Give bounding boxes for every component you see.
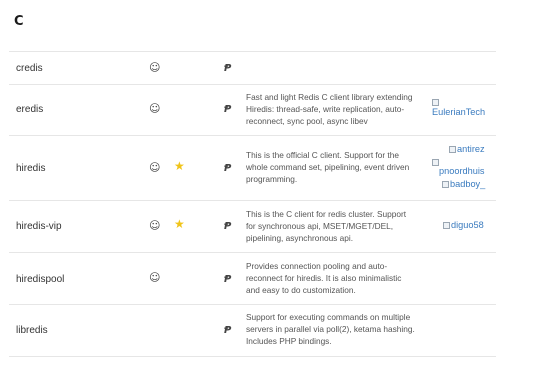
broken-image-icon xyxy=(443,222,450,229)
table-row-hiredispool: hiredispool ☺ Ᵽ Provides connection pool… xyxy=(9,253,496,305)
repository-icon[interactable]: Ᵽ xyxy=(224,221,231,232)
description-line: and easy to do customization. xyxy=(246,285,356,295)
table-row-libredis: libredis Ᵽ Support for executing command… xyxy=(9,305,496,357)
author-name: badboy_ xyxy=(450,179,486,189)
author-link[interactable]: badboy_ xyxy=(442,179,485,190)
client-name-link[interactable]: credis xyxy=(16,63,43,74)
description-line: Support for executing commands on multip… xyxy=(246,312,411,322)
author-link[interactable]: antirez xyxy=(449,144,485,155)
description-line: This is the C client for redis cluster. … xyxy=(246,209,407,219)
repository-icon[interactable]: Ᵽ xyxy=(224,163,231,174)
table-row-eredis: eredis ☺ Ᵽ Fast and light Redis C client… xyxy=(9,85,496,136)
description-line: for synchronous api, MSET/MGET/DEL, xyxy=(246,221,394,231)
description-line: This is the official C client. Support f… xyxy=(246,150,399,160)
author-link[interactable]: pnoordhuis xyxy=(439,166,484,177)
description-line: pipelining, asynchronous api. xyxy=(246,233,354,243)
description-line: programming. xyxy=(246,174,298,184)
client-name-link[interactable]: eredis xyxy=(16,104,43,115)
description-line: reconnect for hiredis. It is also minima… xyxy=(246,273,402,283)
broken-image-icon xyxy=(442,181,449,188)
description-line: Includes PHP bindings. xyxy=(246,336,332,346)
active-smiley-icon: ☺ xyxy=(149,61,161,74)
description-line: servers in parallel via poll(2), ketama … xyxy=(246,324,415,334)
client-description: This is the official C client. Support f… xyxy=(246,149,426,185)
description-line: Provides connection pooling and auto- xyxy=(246,261,388,271)
client-description: Fast and light Redis C client library ex… xyxy=(246,91,426,127)
client-description: Support for executing commands on multip… xyxy=(246,311,426,347)
table-row-hiredis: hiredis ☺ ★ Ᵽ This is the official C cli… xyxy=(9,136,496,201)
repository-icon[interactable]: Ᵽ xyxy=(224,274,231,285)
broken-image-icon xyxy=(432,159,439,166)
client-name-link[interactable]: hiredis-vip xyxy=(16,221,62,232)
client-name-link[interactable]: hiredispool xyxy=(16,274,64,285)
repository-icon[interactable]: Ᵽ xyxy=(224,63,231,74)
author-link[interactable]: EulerianTech xyxy=(432,107,485,118)
author-link[interactable]: diguo58 xyxy=(443,220,484,231)
description-line: reconnect, sync pool, async libev xyxy=(246,116,368,126)
broken-image-icon xyxy=(432,99,439,106)
star-icon: ★ xyxy=(174,159,185,173)
active-smiley-icon: ☺ xyxy=(149,219,161,232)
client-description: Provides connection pooling and auto- re… xyxy=(246,260,426,296)
client-description: This is the C client for redis cluster. … xyxy=(246,208,426,244)
star-icon: ★ xyxy=(174,217,185,231)
section-title: C xyxy=(14,14,24,29)
active-smiley-icon: ☺ xyxy=(149,271,161,284)
active-smiley-icon: ☺ xyxy=(149,102,161,115)
broken-image-icon xyxy=(449,146,456,153)
author-name: diguo58 xyxy=(451,220,484,230)
description-line: Hiredis: thread-safe, write replication,… xyxy=(246,104,405,114)
active-smiley-icon: ☺ xyxy=(149,161,161,174)
description-line: Fast and light Redis C client library ex… xyxy=(246,92,413,102)
repository-icon[interactable]: Ᵽ xyxy=(224,325,231,336)
repository-icon[interactable]: Ᵽ xyxy=(224,104,231,115)
description-line: whole command set, pipelining, event dri… xyxy=(246,162,410,172)
client-name-link[interactable]: hiredis xyxy=(16,163,45,174)
table-row-credis: credis ☺ Ᵽ xyxy=(9,52,496,85)
table-row-hiredis-vip: hiredis-vip ☺ ★ Ᵽ This is the C client f… xyxy=(9,201,496,253)
author-name: antirez xyxy=(457,144,485,154)
client-table: credis ☺ Ᵽ eredis ☺ Ᵽ Fast and light Red… xyxy=(9,51,496,357)
client-name-link[interactable]: libredis xyxy=(16,325,48,336)
